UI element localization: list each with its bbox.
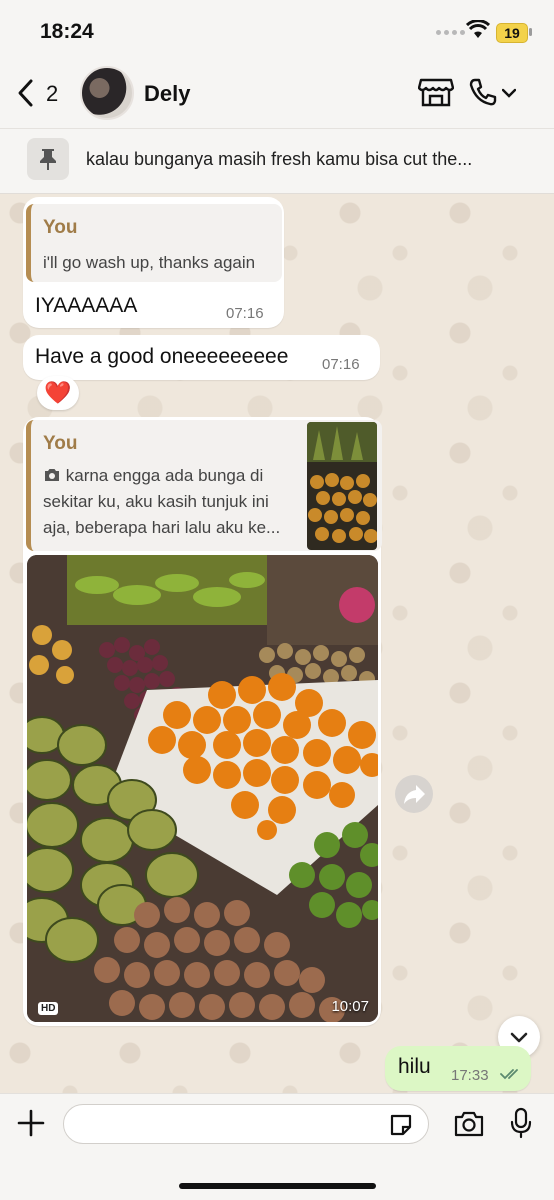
quote-line-2: sekitar ku, aku kasih tunjuk ini (43, 492, 269, 511)
pin-icon-box (27, 138, 69, 180)
status-bar: 18:24 19 (0, 0, 554, 60)
incoming-message[interactable]: You i'll go wash up, thanks again IYAAAA… (23, 197, 284, 328)
quote-line-3: aja, beberapa hari lalu aku ke... (43, 518, 281, 537)
quote-line-1: karna engga ada bunga di (65, 466, 264, 485)
message-time: 07:16 (322, 356, 360, 373)
back-chevron-icon[interactable] (16, 78, 36, 108)
avatar[interactable] (80, 66, 134, 120)
heart-reaction[interactable]: ❤️ (37, 376, 79, 410)
message-input-bar (0, 1093, 554, 1200)
quoted-photo-thumbnail (307, 422, 377, 550)
status-time: 18:24 (40, 20, 94, 43)
signal-icon (436, 30, 465, 35)
chevron-down-icon[interactable] (502, 88, 516, 98)
plus-icon[interactable] (16, 1108, 46, 1138)
pinned-message-text: kalau bunganya masih fresh kamu bisa cut… (86, 149, 473, 169)
camera-icon (45, 469, 59, 481)
quoted-message[interactable]: You i'll go wash up, thanks again (26, 204, 282, 282)
read-receipt-icon (500, 1069, 518, 1080)
battery-cap (529, 28, 532, 36)
quote-text: i'll go wash up, thanks again (43, 253, 256, 272)
quote-text: karna engga ada bunga di sekitar ku, aku… (43, 463, 280, 541)
unread-count[interactable]: 2 (46, 81, 58, 107)
outgoing-message[interactable]: hilu 17:33 (385, 1046, 531, 1091)
battery-indicator: 19 (496, 23, 528, 43)
hd-badge: HD (38, 1002, 59, 1015)
forward-icon (404, 785, 425, 804)
message-time: 07:16 (226, 305, 264, 322)
message-text: hilu (398, 1055, 431, 1078)
pinned-message-bar[interactable]: kalau bunganya masih fresh kamu bisa cut… (0, 128, 554, 194)
photo-time: 10:07 (331, 998, 369, 1015)
microphone-icon[interactable] (510, 1107, 532, 1139)
quote-author: You (43, 433, 78, 454)
chat-header: 2 Dely (0, 60, 554, 128)
message-time: 17:33 (451, 1067, 489, 1084)
home-indicator (179, 1183, 376, 1189)
sticker-icon[interactable] (388, 1112, 414, 1138)
wifi-icon (466, 20, 490, 38)
contact-name[interactable]: Dely (144, 81, 190, 107)
message-input[interactable] (63, 1104, 429, 1144)
message-text: Have a good oneeeeeeeee (35, 345, 289, 368)
incoming-message[interactable]: Have a good oneeeeeeeee 07:16 (23, 335, 380, 380)
pin-icon (40, 149, 56, 170)
camera-icon[interactable] (453, 1110, 485, 1138)
quote-author: You (43, 217, 78, 238)
fruit-market-photo[interactable]: HD 10:07 (27, 555, 378, 1022)
store-icon[interactable] (418, 76, 454, 108)
forward-button[interactable] (395, 775, 433, 813)
message-text: IYAAAAAA (35, 294, 138, 317)
phone-icon[interactable] (468, 77, 498, 107)
